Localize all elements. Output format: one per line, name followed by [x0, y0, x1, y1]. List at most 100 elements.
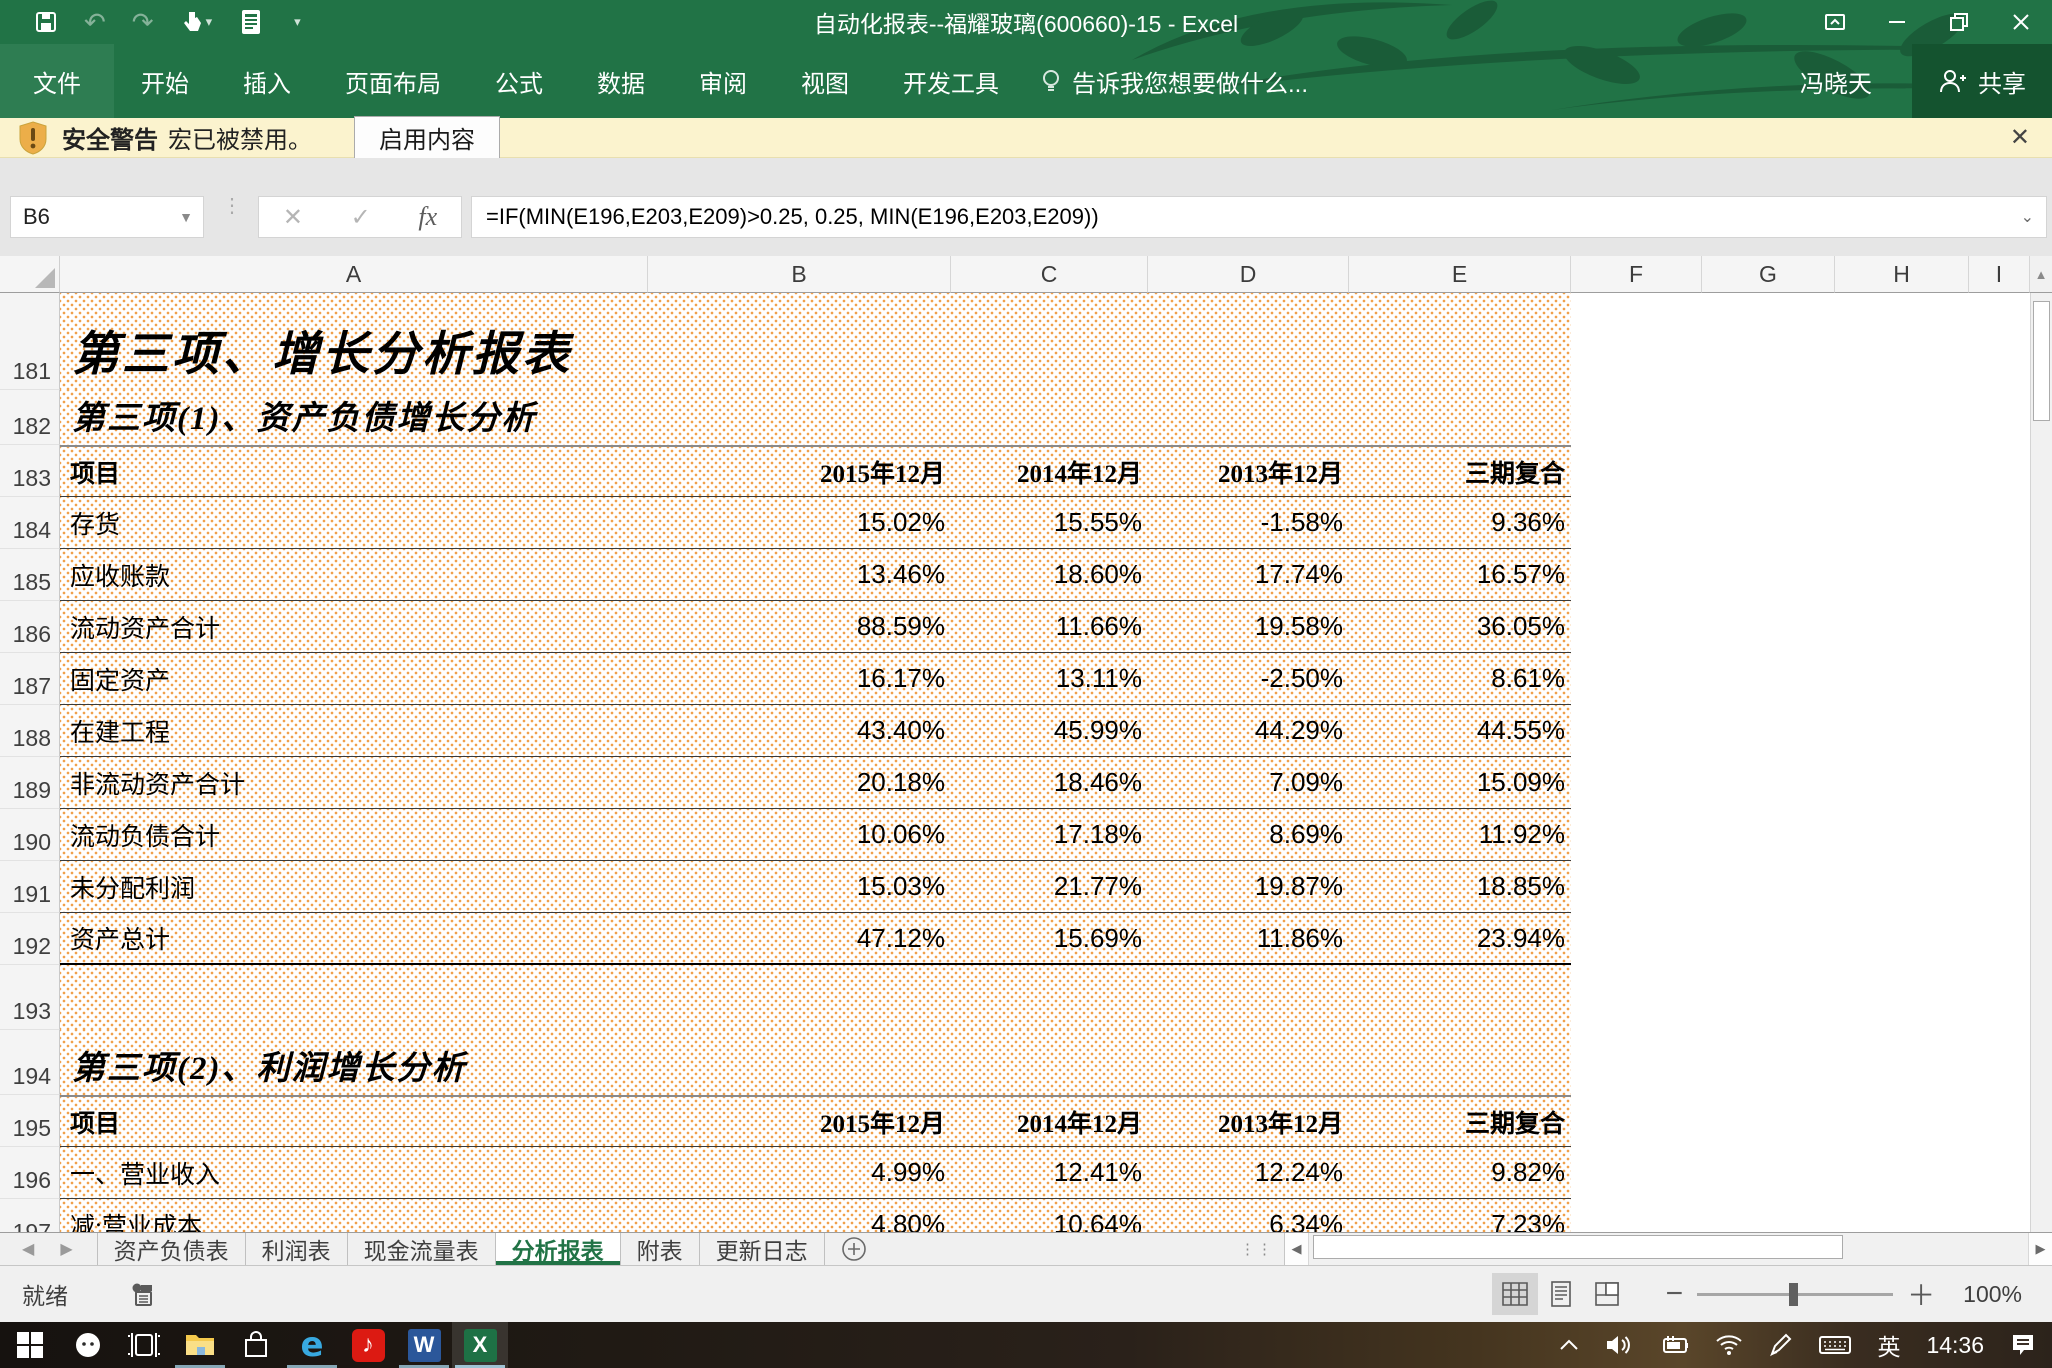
cell-D195[interactable]: 2013年12月 [1148, 1097, 1349, 1146]
cancel-entry-icon[interactable]: ✕ [283, 203, 303, 232]
vertical-scroll-up-icon[interactable]: ▲ [2030, 256, 2052, 293]
redo-icon[interactable]: ↷ [132, 9, 154, 35]
cell-A187[interactable]: 固定资产 [60, 653, 648, 704]
cell-A192[interactable]: 资产总计 [60, 913, 648, 963]
cell-C192[interactable]: 15.69% [951, 913, 1148, 963]
cell-C189[interactable]: 18.46% [951, 757, 1148, 808]
cell-A190[interactable]: 流动负债合计 [60, 809, 648, 860]
cell-A184[interactable]: 存货 [60, 497, 648, 548]
select-all-button[interactable] [0, 256, 60, 293]
normal-view-button[interactable] [1492, 1273, 1538, 1315]
taskbar-store-icon[interactable] [228, 1322, 284, 1368]
col-header-C[interactable]: C [951, 256, 1148, 293]
cell-D190[interactable]: 8.69% [1148, 809, 1349, 860]
cell-D187[interactable]: -2.50% [1148, 653, 1349, 704]
ime-indicator[interactable]: 英 [1877, 1328, 1900, 1362]
sheet-nav-next-icon[interactable]: ▶ [60, 1239, 72, 1259]
cell-E189[interactable]: 15.09% [1349, 757, 1571, 808]
ribbon-tab-developer[interactable]: 开发工具 [876, 44, 1026, 118]
cell-A195[interactable]: 项目 [60, 1097, 648, 1146]
cell-B186[interactable]: 88.59% [648, 601, 951, 652]
volume-icon[interactable] [1605, 1333, 1633, 1357]
name-box[interactable]: B6 ▼ [10, 196, 204, 238]
document-preview-icon[interactable] [238, 8, 264, 36]
cell-B189[interactable]: 20.18% [648, 757, 951, 808]
tell-me-box[interactable]: 告诉我您想要做什么... [1040, 64, 1308, 99]
hidden-icons-chevron-icon[interactable] [1559, 1338, 1579, 1352]
cell-C190[interactable]: 17.18% [951, 809, 1148, 860]
touch-mode-icon[interactable]: ▾ [180, 9, 213, 35]
row-header-197[interactable]: 197 [0, 1199, 60, 1232]
security-bar-close-icon[interactable]: ✕ [2010, 123, 2030, 152]
cell-C185[interactable]: 18.60% [951, 549, 1148, 600]
cell-A183[interactable]: 项目 [60, 447, 648, 496]
sheet-tab-analysis-report[interactable]: 分析报表 [496, 1233, 621, 1265]
cell-D188[interactable]: 44.29% [1148, 705, 1349, 756]
row-header-191[interactable]: 191 [0, 861, 60, 913]
save-icon[interactable] [34, 10, 58, 34]
macro-record-button[interactable] [130, 1281, 156, 1307]
cell-B192[interactable]: 47.12% [648, 913, 951, 963]
tab-split-handle[interactable]: ⋮⋮ [1240, 1233, 1284, 1265]
cell-D185[interactable]: 17.74% [1148, 549, 1349, 600]
share-button[interactable]: 共享 [1912, 44, 2052, 118]
undo-icon[interactable]: ↶ [84, 9, 106, 35]
user-name[interactable]: 冯晓天 [1800, 64, 1872, 99]
taskbar-netease-music-icon[interactable]: ♪ [340, 1322, 396, 1368]
row-header-196[interactable]: 196 [0, 1147, 60, 1199]
row-header-189[interactable]: 189 [0, 757, 60, 809]
formula-input[interactable]: =IF(MIN(E196,E203,E209)>0.25, 0.25, MIN(… [471, 196, 2047, 238]
cell-A186[interactable]: 流动资产合计 [60, 601, 648, 652]
start-button[interactable] [0, 1322, 60, 1368]
zoom-slider[interactable] [1697, 1293, 1893, 1296]
cell-C183[interactable]: 2014年12月 [951, 447, 1148, 496]
cell-B191[interactable]: 15.03% [648, 861, 951, 912]
cell-C195[interactable]: 2014年12月 [951, 1097, 1148, 1146]
row-header-183[interactable]: 183 [0, 445, 60, 497]
cell-B187[interactable]: 16.17% [648, 653, 951, 704]
col-header-H[interactable]: H [1835, 256, 1969, 293]
taskbar-task-view-icon[interactable] [116, 1322, 172, 1368]
expand-formula-bar-icon[interactable]: ⌄ [2021, 207, 2046, 227]
cell-B185[interactable]: 13.46% [648, 549, 951, 600]
cell-E184[interactable]: 9.36% [1349, 497, 1571, 548]
cell-C184[interactable]: 15.55% [951, 497, 1148, 548]
col-header-I[interactable]: I [1969, 256, 2030, 293]
cell-D192[interactable]: 11.86% [1148, 913, 1349, 963]
taskbar-excel-icon[interactable]: X [452, 1322, 508, 1368]
cell-A189[interactable]: 非流动资产合计 [60, 757, 648, 808]
row-header-188[interactable]: 188 [0, 705, 60, 757]
cell-B190[interactable]: 10.06% [648, 809, 951, 860]
cell-E187[interactable]: 8.61% [1349, 653, 1571, 704]
wifi-icon[interactable] [1715, 1333, 1743, 1357]
cell-A191[interactable]: 未分配利润 [60, 861, 648, 912]
taskbar-cortana-icon[interactable] [60, 1322, 116, 1368]
cell-D183[interactable]: 2013年12月 [1148, 447, 1349, 496]
cell-D184[interactable]: -1.58% [1148, 497, 1349, 548]
new-sheet-button[interactable] [841, 1233, 867, 1265]
vertical-scrollbar-thumb[interactable] [2033, 301, 2050, 421]
cell-B195[interactable]: 2015年12月 [648, 1097, 951, 1146]
row-header-194[interactable]: 194 [0, 1030, 60, 1095]
vertical-scrollbar[interactable] [2030, 293, 2052, 1232]
cell-A194[interactable]: 第三项(2)、利润增长分析 [60, 1030, 1571, 1095]
cell-D197[interactable]: 6.34% [1148, 1199, 1349, 1232]
close-icon[interactable] [1990, 0, 2052, 44]
cell-B196[interactable]: 4.99% [648, 1147, 951, 1198]
cell-B184[interactable]: 15.02% [648, 497, 951, 548]
ribbon-tab-home[interactable]: 开始 [114, 44, 216, 118]
row-header-192[interactable]: 192 [0, 913, 60, 965]
row-header-193[interactable]: 193 [0, 965, 60, 1030]
page-layout-view-button[interactable] [1538, 1273, 1584, 1315]
cell-B197[interactable]: 4.80% [648, 1199, 951, 1232]
row-header-186[interactable]: 186 [0, 601, 60, 653]
clock[interactable]: 14:36 [1926, 1332, 1984, 1359]
cell-A188[interactable]: 在建工程 [60, 705, 648, 756]
sheet-tab-income-statement[interactable]: 利润表 [246, 1233, 348, 1265]
cell-E192[interactable]: 23.94% [1349, 913, 1571, 963]
cell-E186[interactable]: 36.05% [1349, 601, 1571, 652]
cell-A196[interactable]: 一、营业收入 [60, 1147, 648, 1198]
zoom-in-button[interactable]: ＋ [1907, 1274, 1935, 1314]
col-header-F[interactable]: F [1571, 256, 1702, 293]
minimize-icon[interactable] [1866, 0, 1928, 44]
